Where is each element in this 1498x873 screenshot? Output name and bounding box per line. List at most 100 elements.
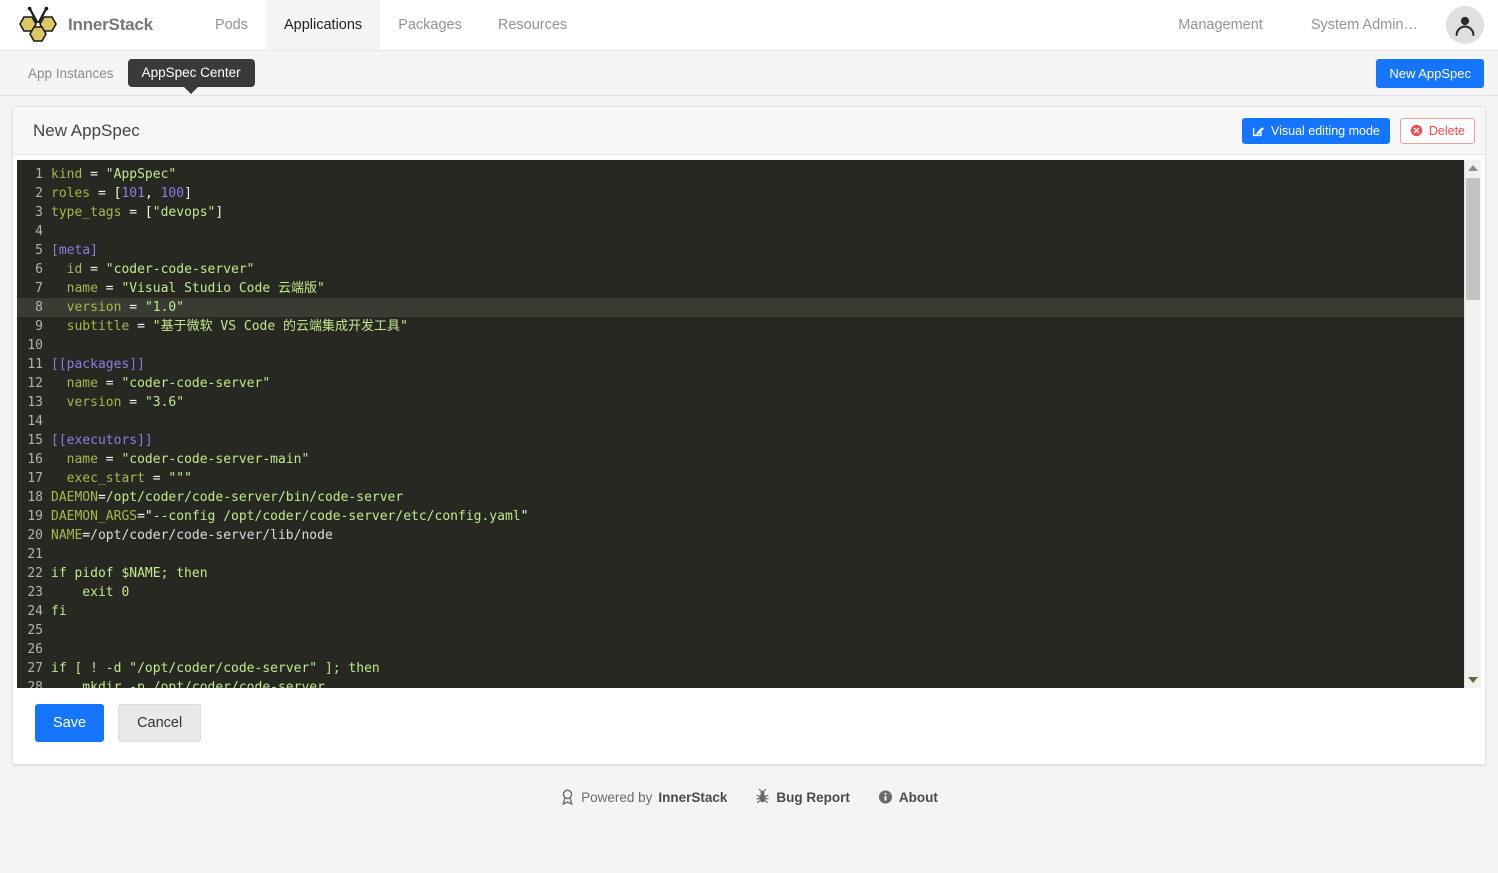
line-number: 3: [35, 205, 43, 220]
code-line-text: name = "coder-code-server-main": [66, 452, 310, 467]
code-line[interactable]: 3 type_tags = ["devops"]: [17, 203, 1464, 222]
code-line[interactable]: 12 name = "coder-code-server": [17, 374, 1464, 393]
circle-x-icon: [1410, 124, 1423, 137]
scrollbar-thumb[interactable]: [1466, 178, 1480, 300]
code-line-text: kind = "AppSpec": [51, 167, 177, 182]
code-line-text: roles = [101, 100]: [51, 186, 192, 201]
code-line[interactable]: 4: [17, 222, 1464, 241]
brand[interactable]: InnerStack: [0, 0, 159, 50]
code-editor-lines[interactable]: 1 kind = "AppSpec" 2 roles = [101, 100] 3 typ…: [17, 160, 1464, 688]
delete-button[interactable]: Delete: [1399, 117, 1475, 144]
code-line[interactable]: 27 if [ ! -d "/opt/coder/code-server" ]; …: [17, 659, 1464, 678]
tab-appspec-center[interactable]: AppSpec Center: [127, 59, 255, 87]
code-line-text: name = "coder-code-server": [66, 376, 271, 391]
avatar[interactable]: [1446, 6, 1484, 44]
footer-about[interactable]: About: [878, 789, 938, 805]
code-line[interactable]: 15 [[executors]]: [17, 431, 1464, 450]
save-button[interactable]: Save: [35, 704, 105, 742]
nav-item-system-admin[interactable]: System Admin…: [1287, 17, 1442, 33]
line-number: 16: [27, 452, 43, 467]
code-line[interactable]: 11 [[packages]]: [17, 355, 1464, 374]
line-number: 12: [27, 376, 43, 391]
code-line[interactable]: 8 version = "1.0": [17, 298, 1464, 317]
scroll-up-arrow-icon[interactable]: [1465, 160, 1481, 176]
line-number: 20: [27, 528, 43, 543]
nav-item-management[interactable]: Management: [1154, 17, 1287, 33]
code-line[interactable]: 23 exit 0: [17, 583, 1464, 602]
code-line[interactable]: 2 roles = [101, 100]: [17, 184, 1464, 203]
code-editor[interactable]: 1 kind = "AppSpec" 2 roles = [101, 100] 3 typ…: [17, 160, 1481, 688]
code-line[interactable]: 9 subtitle = "基于微软 VS Code 的云端集成开发工具": [17, 317, 1464, 336]
pencil-square-icon: [1252, 127, 1264, 137]
top-navigation-bar: InnerStack Pods Applications Packages Re…: [0, 0, 1498, 51]
code-line[interactable]: 10: [17, 336, 1464, 355]
line-number: 14: [27, 414, 43, 429]
code-line-text: exec_start = """: [66, 471, 192, 486]
footer-powered-brand: InnerStack: [658, 789, 728, 805]
code-line[interactable]: 19 DAEMON_ARGS="--config /opt/coder/code-…: [17, 507, 1464, 526]
sub-navigation-bar: App Instances AppSpec Center New AppSpec: [0, 51, 1498, 96]
nav-item-resources[interactable]: Resources: [480, 0, 585, 50]
code-line[interactable]: 28 mkdir -p /opt/coder/code-server: [17, 678, 1464, 688]
code-line-text: [[packages]]: [51, 357, 145, 372]
form-actions: Save Cancel: [13, 688, 1485, 764]
line-number: 10: [27, 338, 43, 353]
bug-icon: [756, 789, 770, 803]
code-line[interactable]: 21: [17, 545, 1464, 564]
scroll-down-arrow-icon[interactable]: [1465, 672, 1481, 688]
footer-powered-by: Powered by InnerStack: [560, 789, 727, 805]
code-line[interactable]: 6 id = "coder-code-server": [17, 260, 1464, 279]
line-number: 18: [27, 490, 43, 505]
tab-app-instances[interactable]: App Instances: [14, 51, 128, 96]
code-line[interactable]: 5 [meta]: [17, 241, 1464, 260]
appspec-editor-card: New AppSpec Visual editing mode Delete 1…: [12, 106, 1486, 765]
code-line-text: fi: [51, 604, 67, 619]
code-line[interactable]: 26: [17, 640, 1464, 659]
line-number: 24: [27, 604, 43, 619]
code-line-text: if pidof $NAME; then: [51, 566, 208, 581]
cancel-button[interactable]: Cancel: [118, 704, 202, 742]
award-medal-icon: [562, 789, 573, 805]
line-number: 8: [35, 300, 43, 315]
new-appspec-button[interactable]: New AppSpec: [1376, 58, 1484, 88]
line-number: 28: [27, 680, 43, 688]
code-line[interactable]: 16 name = "coder-code-server-main": [17, 450, 1464, 469]
editor-vertical-scrollbar[interactable]: [1464, 160, 1481, 688]
code-line[interactable]: 14: [17, 412, 1464, 431]
line-number: 21: [27, 547, 43, 562]
nav-item-pods[interactable]: Pods: [197, 0, 266, 50]
line-number: 25: [27, 623, 43, 638]
code-line-text: [[executors]]: [51, 433, 153, 448]
code-line-text: exit 0: [51, 585, 130, 600]
info-circle-icon: [878, 790, 892, 804]
delete-label: Delete: [1428, 123, 1465, 138]
nav-item-applications[interactable]: Applications: [266, 0, 381, 50]
bee-honeycomb-logo-icon: [19, 6, 57, 42]
line-number: 9: [35, 319, 43, 334]
line-number: 11: [27, 357, 43, 372]
code-line[interactable]: 25: [17, 621, 1464, 640]
code-line-text: version = "1.0": [66, 300, 185, 315]
line-number: 6: [35, 262, 43, 277]
code-line[interactable]: 20 NAME=/opt/coder/code-server/lib/node: [17, 526, 1464, 545]
line-number: 26: [27, 642, 43, 657]
code-line[interactable]: 1 kind = "AppSpec": [17, 165, 1464, 184]
footer-bug-report-label: Bug Report: [776, 789, 850, 805]
code-line[interactable]: 13 version = "3.6": [17, 393, 1464, 412]
footer-powered-prefix: Powered by: [581, 789, 653, 805]
page-footer: Powered by InnerStack Bug Report About: [0, 789, 1498, 805]
line-number: 1: [35, 167, 43, 182]
code-line[interactable]: 24 fi: [17, 602, 1464, 621]
code-line-text: version = "3.6": [66, 395, 185, 410]
code-line-text: subtitle = "基于微软 VS Code 的云端集成开发工具": [66, 319, 408, 334]
footer-bug-report[interactable]: Bug Report: [755, 789, 850, 805]
line-number: 4: [35, 224, 43, 239]
code-line[interactable]: 18 DAEMON=/opt/coder/code-server/bin/code…: [17, 488, 1464, 507]
code-line[interactable]: 7 name = "Visual Studio Code 云端版": [17, 279, 1464, 298]
code-line[interactable]: 17 exec_start = """: [17, 469, 1464, 488]
code-line[interactable]: 22 if pidof $NAME; then: [17, 564, 1464, 583]
code-line-text: DAEMON_ARGS="--config /opt/coder/code-se…: [51, 509, 529, 524]
code-line-text: type_tags = ["devops"]: [51, 205, 224, 220]
nav-item-packages[interactable]: Packages: [380, 0, 480, 50]
visual-editing-mode-button[interactable]: Visual editing mode: [1241, 117, 1390, 144]
